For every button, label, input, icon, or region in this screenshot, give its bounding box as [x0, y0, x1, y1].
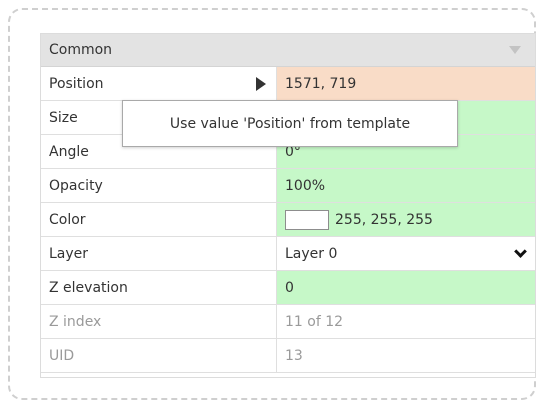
property-value-color[interactable]: 255, 255, 255: [277, 203, 535, 236]
property-label-opacity: Opacity: [41, 169, 277, 202]
property-value-uid: 13: [277, 339, 535, 372]
property-row-color[interactable]: Color 255, 255, 255: [41, 203, 535, 237]
property-label-layer: Layer: [41, 237, 277, 270]
chevron-down-icon[interactable]: [514, 245, 527, 258]
property-label-text: Color: [49, 211, 86, 228]
property-label-text: Z elevation: [49, 279, 128, 296]
property-value-opacity[interactable]: 100%: [277, 169, 535, 202]
property-label-uid: UID: [41, 339, 277, 372]
template-value-tooltip: Use value 'Position' from template: [122, 100, 458, 147]
property-row-z-elevation[interactable]: Z elevation 0: [41, 271, 535, 305]
property-value-text: Layer 0: [285, 245, 338, 262]
property-row-layer[interactable]: Layer Layer 0: [41, 237, 535, 271]
property-row-uid: UID 13: [41, 339, 535, 373]
property-value-text: 13: [285, 347, 303, 364]
property-label-position: Position: [41, 67, 277, 100]
property-label-color: Color: [41, 203, 277, 236]
tooltip-text: Use value 'Position' from template: [169, 115, 411, 132]
property-value-text: 255, 255, 255: [335, 211, 433, 228]
property-value-position[interactable]: 1571, 719: [277, 67, 535, 100]
property-value-text: 11 of 12: [285, 313, 344, 330]
property-value-z-index: 11 of 12: [277, 305, 535, 338]
property-row-position[interactable]: Position 1571, 719: [41, 67, 535, 101]
property-row-z-index: Z index 11 of 12: [41, 305, 535, 339]
property-value-text: 100%: [285, 177, 326, 194]
properties-panel: Common Position 1571, 719 Size Angle 0° …: [40, 33, 536, 378]
property-label-z-index: Z index: [41, 305, 277, 338]
property-label-text: Z index: [49, 313, 102, 330]
property-label-text: Position: [49, 75, 104, 92]
property-label-text: Size: [49, 109, 78, 126]
property-label-text: Opacity: [49, 177, 103, 194]
layer-dropdown[interactable]: Layer 0: [277, 237, 535, 270]
property-value-z-elevation[interactable]: 0: [277, 271, 535, 304]
property-row-opacity[interactable]: Opacity 100%: [41, 169, 535, 203]
caret-right-icon[interactable]: [256, 77, 266, 91]
property-label-z-elevation: Z elevation: [41, 271, 277, 304]
group-title: Common: [49, 42, 113, 58]
common-group-header[interactable]: Common: [41, 34, 535, 67]
color-swatch[interactable]: [285, 209, 329, 230]
property-label-text: UID: [49, 347, 75, 364]
property-value-text: 0: [285, 279, 294, 296]
chevron-down-icon[interactable]: [509, 46, 521, 54]
property-value-text: 1571, 719: [285, 75, 357, 92]
property-label-text: Angle: [49, 143, 89, 160]
property-label-text: Layer: [49, 245, 89, 262]
